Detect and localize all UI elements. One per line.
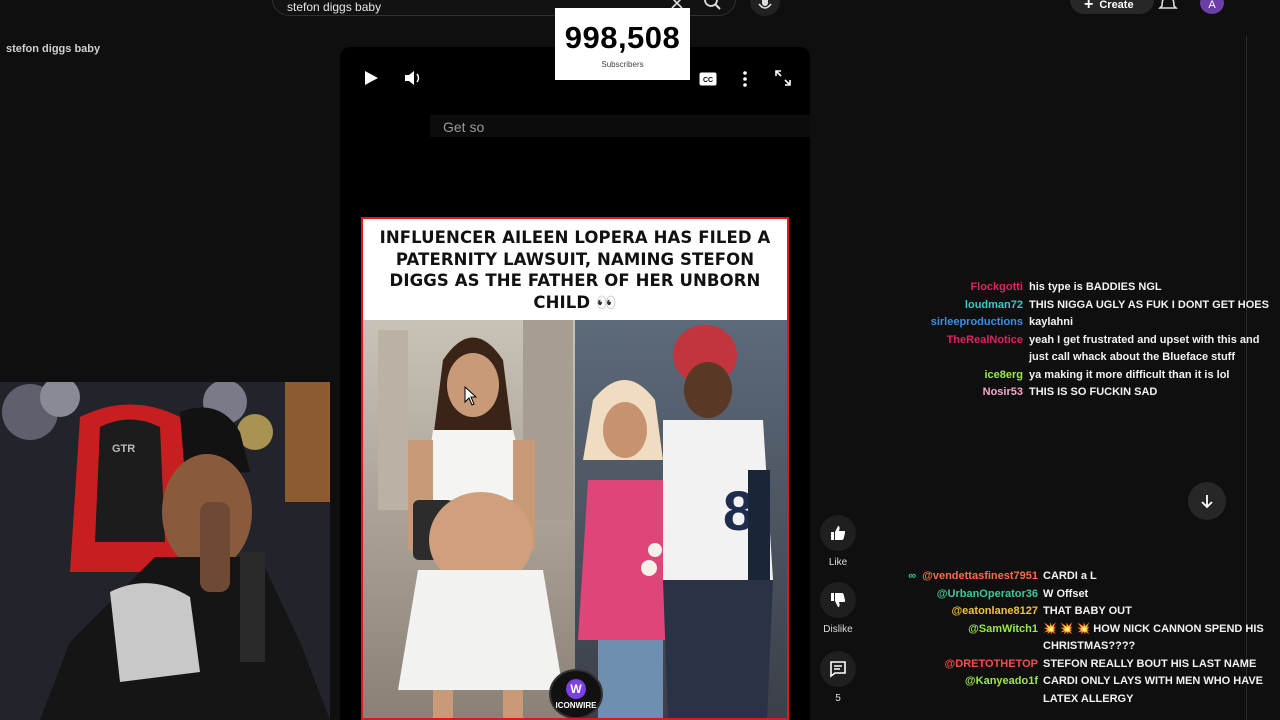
chat-username[interactable]: loudman72 (890, 297, 1029, 315)
chat-username[interactable]: ice8erg (890, 367, 1029, 385)
chat-text: THIS NIGGA UGLY AS FUK I DONT GET HOES (1029, 298, 1269, 311)
search-icon[interactable] (700, 0, 724, 14)
chat-text: LATEX ALLERGY (1043, 692, 1134, 705)
chat-message: loudman72 THIS NIGGA UGLY AS FUK I DONT … (890, 297, 1270, 315)
page-title: stefon diggs baby (6, 43, 101, 55)
chat-text: just call whack about the Blueface stuff (1029, 351, 1235, 363)
chat-text: STEFON REALLY BOUT HIS LAST NAME (1043, 657, 1257, 670)
chat-message: @eatonlane8127 THAT BABY OUT (900, 603, 1270, 621)
captions-icon[interactable]: CC (699, 72, 717, 86)
chat-message: Flockgotti his type is BADDIES NGL (890, 279, 1270, 297)
chat-username[interactable]: @DRETOTHETOP (900, 656, 1043, 674)
thumbs-up-icon (831, 526, 846, 540)
plus-icon: + (1084, 0, 1094, 13)
webcam-feed: GTR (0, 382, 330, 720)
chat-message-continued: CHRISTMAS???? (900, 638, 1270, 656)
scroll-to-bottom-button[interactable] (1188, 482, 1226, 520)
chat-username[interactable]: Flockgotti (890, 279, 1029, 297)
news-post-card: INFLUENCER AILEEN LOPERA HAS FILED A PAT… (361, 217, 789, 720)
member-badge-icon: ∞ (908, 570, 917, 582)
chat-message: @UrbanOperator36 W Offset (900, 586, 1270, 604)
chat-text: his type is BADDIES NGL (1029, 281, 1162, 293)
chat-message: @DRETOTHETOP STEFON REALLY BOUT HIS LAST… (900, 656, 1270, 674)
voice-search-button[interactable] (750, 0, 780, 16)
volume-icon[interactable] (403, 69, 423, 87)
chat-text: W Offset (1043, 587, 1089, 600)
subscriber-counter: 998,508 Subscribers (555, 8, 690, 80)
chat-text: THAT BABY OUT (1043, 605, 1132, 617)
chat-message-continued: LATEX ALLERGY (900, 691, 1270, 709)
chat-username[interactable]: @eatonlane8127 (900, 603, 1043, 621)
chat-text: THIS IS SO FUCKIN SAD (1029, 386, 1158, 398)
comment-icon (830, 661, 846, 678)
brand-name: ICONWIRE (555, 700, 597, 710)
thumbs-down-icon (831, 593, 846, 607)
chat-message: ice8erg ya making it more difficult than… (890, 367, 1270, 385)
dislike-button[interactable]: Dislike (818, 582, 858, 635)
mic-icon (758, 0, 772, 9)
post-photo: 8 (363, 320, 787, 718)
notifications-bell-icon[interactable] (1158, 0, 1178, 12)
chat-text: kaylahni (1029, 316, 1074, 328)
chat-text: 💥 💥 💥 HOW NICK CANNON SPEND HIS (1043, 622, 1264, 635)
chat-username[interactable]: sirleeproductions (890, 314, 1029, 332)
chat-username[interactable]: Nosir53 (890, 384, 1029, 402)
svg-text:CC: CC (703, 77, 713, 84)
chat-username[interactable]: @Kanyeado1f (900, 673, 1043, 691)
chat-text: yeah I get frustrated and upset with thi… (1029, 333, 1260, 346)
comments-button[interactable]: 5 (818, 651, 858, 704)
caption-strip (430, 115, 810, 137)
post-headline: INFLUENCER AILEEN LOPERA HAS FILED A PAT… (379, 228, 771, 312)
fullscreen-icon[interactable] (775, 70, 791, 86)
live-chat-upper: Flockgotti his type is BADDIES NGL loudm… (890, 279, 1270, 402)
brand-logo: W ICONWIRE (549, 669, 603, 718)
chat-username[interactable]: TheRealNotice (890, 332, 1029, 350)
chat-username[interactable]: @SamWitch1 (900, 621, 1043, 639)
create-button[interactable]: + Create (1070, 0, 1154, 14)
chat-username[interactable]: @UrbanOperator36 (900, 586, 1043, 604)
chat-message: @SamWitch1 💥 💥 💥 HOW NICK CANNON SPEND H… (900, 621, 1270, 639)
like-button[interactable]: Like (818, 515, 858, 568)
mouse-cursor-icon (464, 386, 478, 406)
live-chat-lower: ∞ @vendettasfinest7951 CARDI a L @UrbanOp… (900, 568, 1270, 708)
chat-text: CARDI a L (1043, 570, 1097, 582)
caption-text: Get so (443, 119, 485, 135)
chat-username[interactable]: @vendettasfinest7951 (922, 570, 1038, 582)
chat-text: CARDI ONLY LAYS WITH MEN WHO HAVE (1043, 675, 1264, 687)
search-query[interactable]: stefon diggs baby (287, 0, 381, 14)
more-options-icon[interactable] (741, 70, 749, 88)
chat-message: TheRealNotice yeah I get frustrated and … (890, 332, 1270, 350)
chat-message: ∞ @vendettasfinest7951 CARDI a L (900, 568, 1270, 586)
svg-text:GTR: GTR (112, 443, 135, 455)
chat-message-continued: just call whack about the Blueface stuff (890, 349, 1270, 367)
chat-message: Nosir53 THIS IS SO FUCKIN SAD (890, 384, 1270, 402)
subscriber-count: 998,508 (564, 20, 681, 55)
subscriber-label: Subscribers (601, 60, 644, 69)
avatar[interactable]: A (1200, 0, 1224, 14)
chat-text: CHRISTMAS???? (1043, 640, 1136, 652)
arrow-down-icon (1201, 495, 1213, 509)
chat-message: sirleeproductions kaylahni (890, 314, 1270, 332)
play-icon[interactable] (362, 69, 380, 87)
chat-message: @Kanyeado1f CARDI ONLY LAYS WITH MEN WHO… (900, 673, 1270, 691)
chat-text: ya making it more difficult than it is l… (1029, 368, 1230, 381)
